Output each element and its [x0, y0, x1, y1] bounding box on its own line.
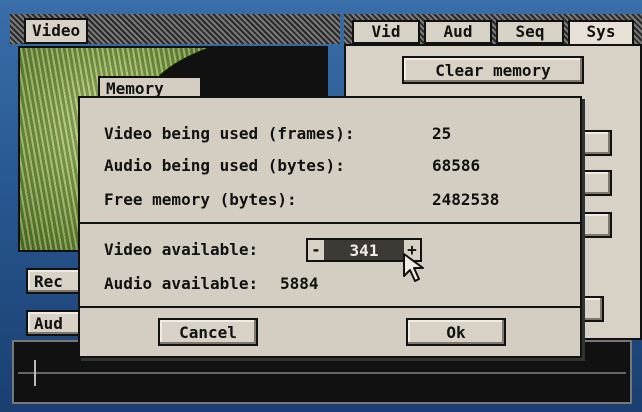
rec-button[interactable]: Rec: [26, 268, 82, 294]
video-available-value[interactable]: 341: [324, 241, 404, 260]
audio-used-label: Audio being used (bytes):: [104, 156, 345, 175]
timeline-line: [18, 372, 626, 374]
mouse-pointer-icon: [403, 253, 424, 282]
timeline-marker[interactable]: [34, 360, 36, 386]
tab-sys[interactable]: Sys: [568, 20, 634, 46]
dialog-divider: [80, 222, 580, 224]
audio-used-value: 68586: [432, 156, 481, 175]
audio-available-label: Audio available:: [104, 274, 259, 293]
video-available-label: Video available:: [104, 240, 259, 259]
video-window-title: Video: [24, 18, 89, 44]
clear-memory-button[interactable]: Clear memory: [402, 56, 584, 84]
cancel-button[interactable]: Cancel: [158, 318, 258, 346]
tab-aud[interactable]: Aud: [424, 20, 492, 44]
ok-button[interactable]: Ok: [406, 318, 506, 346]
aud-button[interactable]: Aud: [26, 310, 82, 336]
tab-vid[interactable]: Vid: [352, 20, 420, 44]
memory-dialog: Video being used (frames): 25 Audio bein…: [78, 96, 582, 358]
tab-seq[interactable]: Seq: [496, 20, 564, 44]
video-used-label: Video being used (frames):: [104, 124, 355, 143]
audio-available-value: 5884: [280, 274, 319, 293]
video-used-value: 25: [432, 124, 452, 143]
dialog-divider-bottom: [80, 306, 580, 308]
free-memory-label: Free memory (bytes):: [104, 190, 297, 209]
decrement-button[interactable]: -: [308, 240, 324, 260]
free-memory-value: 2482538: [432, 190, 500, 209]
